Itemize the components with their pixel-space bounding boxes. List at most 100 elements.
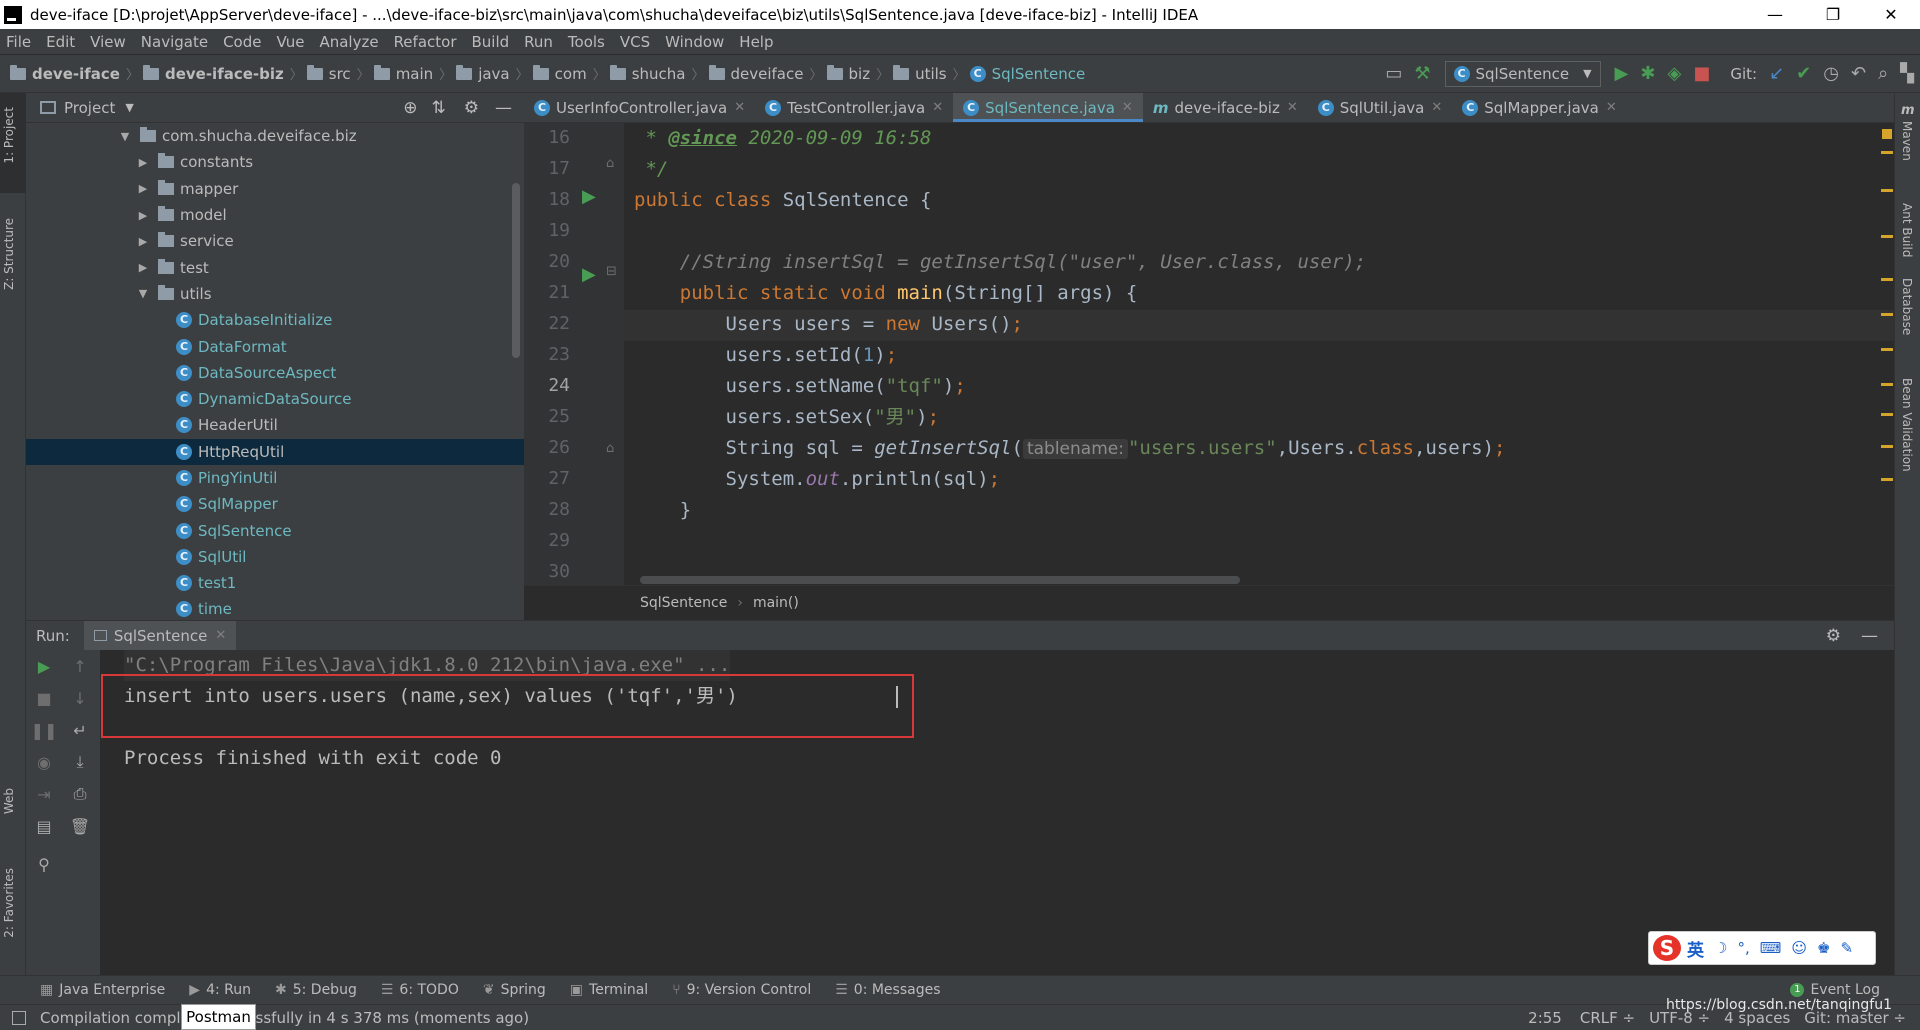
close-tab-icon[interactable]: ✕ <box>734 100 745 115</box>
menu-item-build[interactable]: Build <box>472 33 510 51</box>
expanded-arrow-icon[interactable]: ▼ <box>136 287 150 300</box>
collapsed-arrow-icon[interactable]: ▶ <box>136 156 150 169</box>
tree-package-item[interactable]: ▶ model <box>26 202 524 228</box>
menu-item-view[interactable]: View <box>90 33 126 51</box>
menu-item-edit[interactable]: Edit <box>46 33 75 51</box>
breadcrumb-item[interactable]: java 〉 <box>456 64 529 83</box>
menu-item-refactor[interactable]: Refactor <box>394 33 457 51</box>
tree-package-item[interactable]: ▼ com.shucha.deveiface.biz <box>26 123 524 149</box>
close-tab-icon[interactable]: ✕ <box>932 100 943 115</box>
editor-tab[interactable]: C TestController.java ✕ <box>755 93 953 122</box>
editor-tab[interactable]: C SqlSentence.java ✕ <box>953 93 1143 122</box>
bean-validation-tool-button[interactable]: Bean Validation <box>1900 378 1914 472</box>
hide-icon[interactable]: — <box>1861 626 1878 646</box>
breadcrumb-item[interactable]: biz 〉 <box>826 64 889 83</box>
tree-class-item[interactable]: C HeaderUtil <box>26 412 524 438</box>
minimize-button[interactable]: — <box>1746 0 1804 29</box>
dump-threads-icon[interactable]: ◉ <box>34 752 54 772</box>
hide-icon[interactable]: — <box>495 98 512 118</box>
skin-icon[interactable]: ♚ <box>1817 939 1830 957</box>
menu-item-file[interactable]: File <box>6 33 31 51</box>
editor-horizontal-scrollbar[interactable] <box>640 576 1240 584</box>
run-gutter-icon[interactable]: ▶ <box>582 186 596 207</box>
structure-tool-button[interactable]: Z: Structure <box>2 218 16 290</box>
user-icon[interactable]: ☺ <box>1791 939 1807 957</box>
close-button[interactable]: ✕ <box>1862 0 1920 29</box>
editor-tab[interactable]: C SqlMapper.java ✕ <box>1452 93 1627 122</box>
close-icon[interactable]: ✕ <box>215 628 226 643</box>
close-tab-icon[interactable]: ✕ <box>1287 100 1298 115</box>
web-tool-button[interactable]: Web <box>2 788 16 814</box>
project-structure-icon[interactable]: ▚ <box>1900 63 1914 84</box>
breadcrumb-item[interactable]: deve-iface-biz 〉 <box>142 64 303 83</box>
tool-window-button[interactable]: ▣ Terminal <box>570 982 648 998</box>
moon-icon[interactable]: ☽ <box>1714 939 1727 957</box>
close-tab-icon[interactable]: ✕ <box>1122 100 1133 115</box>
collapsed-arrow-icon[interactable]: ▶ <box>136 209 150 222</box>
rerun-icon[interactable]: ▶ <box>34 656 54 676</box>
tool-window-button[interactable]: ▶ 4: Run <box>189 982 251 998</box>
search-icon[interactable]: ⌕ <box>1878 63 1888 84</box>
keyboard-icon[interactable]: ⌨ <box>1760 939 1782 957</box>
trash-icon[interactable]: 🗑 <box>70 816 90 836</box>
tool-window-button[interactable]: ✱ 5: Debug <box>275 982 357 998</box>
tree-class-item[interactable]: C SqlSentence <box>26 517 524 543</box>
collapsed-arrow-icon[interactable]: ▶ <box>136 235 150 248</box>
run-icon[interactable]: ▶ <box>1615 63 1629 84</box>
fold-icon[interactable]: ⊟ <box>606 264 617 279</box>
fold-icon[interactable]: ⌂ <box>606 441 614 456</box>
ime-toolbar[interactable]: S 英 ☽ °, ⌨ ☺ ♚ ✎ <box>1648 931 1876 965</box>
tree-class-item[interactable]: C SqlUtil <box>26 544 524 570</box>
scroll-to-end-icon[interactable]: ⤓ <box>70 752 90 772</box>
fold-icon[interactable]: ⌂ <box>606 156 614 171</box>
project-scrollbar[interactable] <box>512 183 520 358</box>
tree-package-item[interactable]: ▼ utils <box>26 281 524 307</box>
tools-icon[interactable]: ✎ <box>1840 939 1853 957</box>
expanded-arrow-icon[interactable]: ▼ <box>118 130 132 143</box>
project-tool-button[interactable]: 1: Project <box>2 107 16 164</box>
ime-language-toggle[interactable]: 英 <box>1687 936 1704 961</box>
favorites-tool-button[interactable]: 2: Favorites <box>2 868 16 938</box>
run-config-select[interactable]: C SqlSentence ▼ <box>1444 60 1601 87</box>
tree-class-item[interactable]: C PingYinUtil <box>26 465 524 491</box>
editor-tab[interactable]: m deve-iface-biz ✕ <box>1143 93 1308 122</box>
git-revert-icon[interactable]: ↶ <box>1851 63 1866 84</box>
up-arrow-icon[interactable]: ↑ <box>70 656 90 676</box>
menu-item-vcs[interactable]: VCS <box>620 33 650 51</box>
code-editor[interactable]: * @since 2020-09-09 16:58 */ public clas… <box>634 123 1864 585</box>
breadcrumb-method[interactable]: main() <box>753 595 799 611</box>
pause-icon[interactable]: ❚❚ <box>31 720 58 740</box>
tool-window-button[interactable]: ☰ 6: TODO <box>381 982 459 998</box>
breadcrumb-item[interactable]: main 〉 <box>373 64 452 83</box>
line-separator[interactable]: CRLF ÷ <box>1580 1009 1635 1027</box>
tree-class-item[interactable]: C DatabaseInitialize <box>26 307 524 333</box>
event-log-button[interactable]: 1 Event Log <box>1790 982 1880 998</box>
menu-item-help[interactable]: Help <box>739 33 773 51</box>
tree-package-item[interactable]: ▶ test <box>26 254 524 280</box>
run-gutter-icon[interactable]: ▶ <box>582 264 596 285</box>
warning-marker-icon[interactable] <box>1882 129 1892 139</box>
locate-icon[interactable]: ⊕ <box>403 98 417 118</box>
debug-icon[interactable]: ✱ <box>1640 63 1655 84</box>
breadcrumb-item[interactable]: com 〉 <box>532 64 606 83</box>
tree-class-item[interactable]: C SqlMapper <box>26 491 524 517</box>
restore-button[interactable]: ❐ <box>1804 0 1862 29</box>
menu-item-run[interactable]: Run <box>524 33 553 51</box>
collapsed-arrow-icon[interactable]: ▶ <box>136 261 150 274</box>
database-tool-button[interactable]: Database <box>1900 278 1914 335</box>
menu-item-tools[interactable]: Tools <box>568 33 605 51</box>
breadcrumb-item[interactable]: src 〉 <box>306 64 370 83</box>
git-history-icon[interactable]: ◷ <box>1823 63 1839 84</box>
tree-class-item[interactable]: C DynamicDataSource <box>26 386 524 412</box>
tool-window-button[interactable]: ☰ 0: Messages <box>835 982 940 998</box>
window-layout-icon[interactable]: ▭ <box>1385 63 1402 84</box>
gear-icon[interactable]: ⚙ <box>464 98 479 118</box>
breadcrumb-item[interactable]: deve-iface 〉 <box>10 64 139 83</box>
layout-icon[interactable]: ▤ <box>34 816 54 836</box>
chevron-down-icon[interactable]: ▼ <box>125 101 133 114</box>
breadcrumb-item[interactable]: utils 〉 <box>893 64 966 83</box>
tree-package-item[interactable]: ▶ constants <box>26 149 524 175</box>
collapsed-arrow-icon[interactable]: ▶ <box>136 182 150 195</box>
git-update-icon[interactable]: ↙ <box>1769 63 1784 84</box>
tree-package-item[interactable]: ▶ mapper <box>26 176 524 202</box>
